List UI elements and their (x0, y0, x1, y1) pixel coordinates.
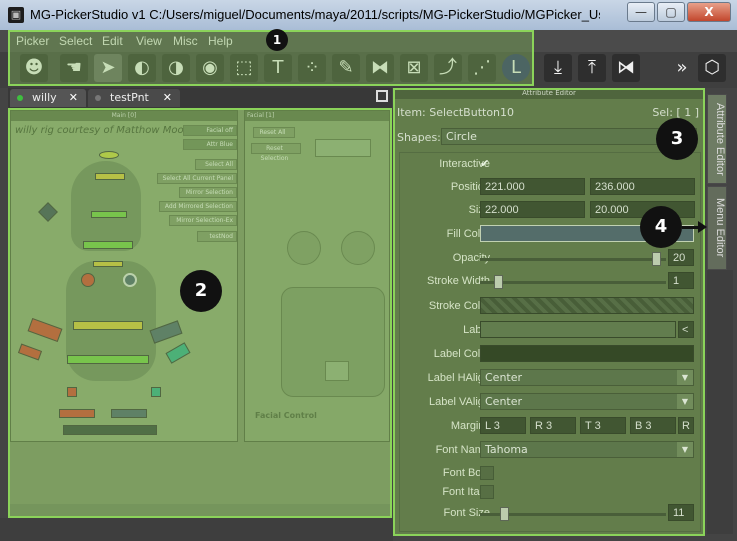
tab-dot (95, 95, 101, 101)
more-tools-icon[interactable]: » (668, 54, 696, 82)
maximize-button[interactable]: ▢ (657, 2, 685, 22)
minimize-button[interactable]: — (627, 2, 655, 22)
cube-icon[interactable]: ⬡ (698, 54, 726, 82)
tab-label: testPnt (110, 91, 149, 104)
tab-willy[interactable]: willy ✕ (10, 89, 86, 107)
callout-badge-1: 1 (266, 29, 288, 51)
side-tab-strip (707, 270, 733, 534)
callout-arrow-head (698, 221, 707, 233)
window-title: MG-PickerStudio v1 C:/Users/miguel/Docum… (30, 7, 600, 22)
callout-badge-2: 2 (180, 270, 222, 312)
picker-tabs: willy ✕ testPnt ✕ (8, 88, 392, 108)
export-icon[interactable]: ⤒ (578, 54, 606, 82)
title-bar: ▣ MG-PickerStudio v1 C:/Users/miguel/Doc… (0, 0, 737, 31)
close-button[interactable]: X (687, 2, 731, 22)
side-tab-attribute-editor[interactable]: Attribute Editor (707, 94, 727, 184)
tab-close-icon[interactable]: ✕ (163, 89, 172, 107)
callout-badge-4: 4 (640, 206, 682, 248)
tab-label: willy (32, 91, 57, 104)
import-icon[interactable]: ⤓ (544, 54, 572, 82)
callout-badge-3: 3 (656, 118, 698, 160)
app-window: ▣ MG-PickerStudio v1 C:/Users/miguel/Doc… (0, 0, 737, 541)
app-icon: ▣ (8, 7, 24, 23)
tab-close-icon[interactable]: ✕ (69, 89, 78, 107)
status-bar (0, 518, 393, 541)
side-tab-menu-editor[interactable]: Menu Editor (707, 186, 727, 270)
tab-active-dot (17, 95, 23, 101)
mirror-flip-icon[interactable]: ⧒ (612, 54, 640, 82)
maximize-canvas-icon[interactable] (376, 90, 388, 102)
callout-region-2 (8, 108, 392, 518)
callout-region-3 (393, 88, 705, 536)
tab-testpnt[interactable]: testPnt ✕ (88, 89, 180, 107)
